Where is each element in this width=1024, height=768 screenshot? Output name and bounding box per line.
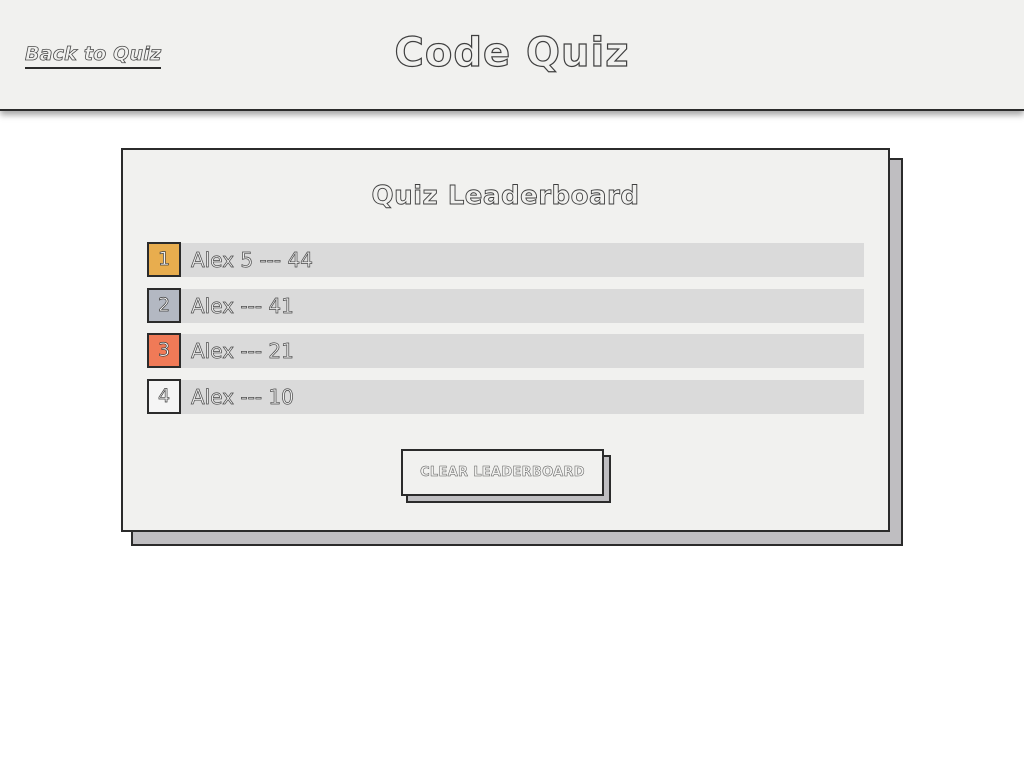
app-title: Code Quiz (394, 29, 630, 76)
rank-badge: 2 (147, 287, 181, 323)
leaderboard-entry: 2 Alex --- 41 (147, 287, 864, 324)
rank-badge: 4 (147, 378, 181, 414)
leaderboard-entry: 1 Alex 5 --- 44 (147, 242, 864, 278)
leaderboard-list: 1 Alex 5 --- 44 2 Alex --- 41 3 Alex ---… (147, 242, 864, 424)
entry-text: Alex --- 21 (191, 339, 295, 364)
leaderboard-card: Quiz Leaderboard 1 Alex 5 --- 44 2 Alex … (121, 148, 890, 532)
clear-leaderboard-button[interactable]: CLEAR LEADERBOARD (401, 449, 604, 496)
entry-text: Alex 5 --- 44 (191, 248, 314, 273)
leaderboard-entry: 4 Alex --- 10 (147, 378, 864, 415)
rank-badge: 1 (147, 242, 181, 277)
top-header: Back to Quiz Code Quiz (0, 0, 1024, 111)
entry-text: Alex --- 10 (191, 384, 295, 409)
entry-text: Alex --- 41 (191, 293, 295, 318)
leaderboard-title: Quiz Leaderboard (371, 181, 640, 212)
leaderboard-entry: 3 Alex --- 21 (147, 333, 864, 369)
rank-badge: 3 (147, 333, 181, 368)
